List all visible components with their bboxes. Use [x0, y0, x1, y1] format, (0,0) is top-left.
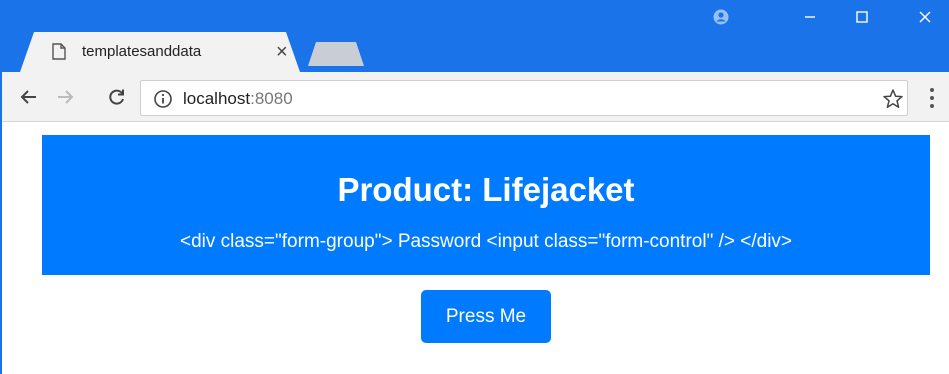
tab-title: templatesanddata	[82, 43, 202, 60]
url-text: localhost:8080	[183, 89, 293, 109]
url-port: :8080	[250, 89, 293, 108]
window-close-icon[interactable]	[897, 2, 949, 32]
press-me-button[interactable]: Press Me	[421, 290, 551, 343]
browser-window: templatesanddata × localhost:8080 Produc…	[0, 0, 949, 374]
page-content: Product: Lifejacket <div class="form-gro…	[2, 123, 949, 374]
minimize-icon[interactable]	[782, 2, 838, 32]
forward-arrow-icon[interactable]	[50, 82, 80, 112]
info-icon[interactable]	[153, 89, 173, 109]
reload-icon[interactable]	[102, 82, 132, 112]
product-banner: Product: Lifejacket <div class="form-gro…	[42, 135, 930, 275]
maximize-icon[interactable]	[834, 2, 890, 32]
product-title: Product: Lifejacket	[337, 171, 635, 208]
tab-templatesanddata[interactable]: templatesanddata ×	[20, 32, 300, 72]
bookmark-star-icon[interactable]	[881, 87, 905, 111]
browser-toolbar: localhost:8080	[2, 72, 949, 122]
profile-icon[interactable]	[693, 2, 749, 32]
raw-markup-text: <div class="form-group"> Password <input…	[179, 231, 793, 252]
document-icon	[52, 43, 66, 60]
url-host: localhost	[183, 89, 251, 108]
title-bar: templatesanddata ×	[2, 0, 949, 72]
tab-close-icon[interactable]: ×	[276, 38, 288, 66]
address-bar[interactable]: localhost:8080	[140, 80, 908, 116]
menu-dots-icon[interactable]	[924, 86, 940, 110]
new-tab-button[interactable]	[308, 42, 364, 66]
back-arrow-icon[interactable]	[14, 82, 44, 112]
